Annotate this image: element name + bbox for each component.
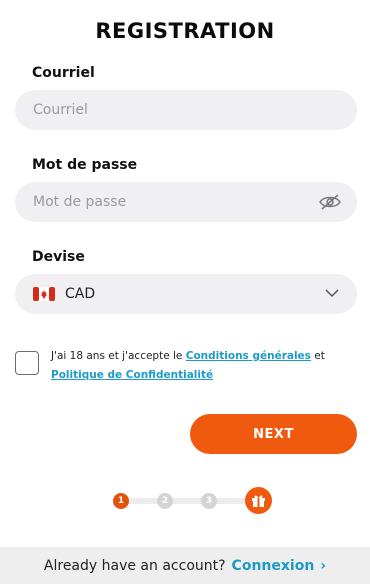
password-label: Mot de passe	[32, 157, 138, 173]
email-field-container	[15, 90, 357, 130]
currency-value: CAD	[65, 286, 96, 302]
password-field[interactable]	[15, 182, 357, 222]
email-label: Courriel	[32, 65, 95, 81]
chevron-down-icon	[325, 289, 339, 298]
footer-text: Already have an account?	[43, 557, 226, 574]
terms-text: J'ai 18 ans et j'accepte le Conditions g…	[51, 350, 325, 381]
privacy-link[interactable]: Politique de Confidentialité	[51, 369, 213, 381]
currency-label: Devise	[32, 249, 85, 265]
email-field[interactable]	[15, 90, 357, 130]
eye-slash-icon[interactable]	[319, 194, 341, 210]
conditions-link[interactable]: Conditions générales	[186, 350, 311, 362]
page-title: REGISTRATION	[95, 19, 275, 43]
gift-icon	[252, 495, 265, 507]
currency-select[interactable]: CAD	[15, 274, 357, 314]
step-2: 2	[157, 493, 173, 509]
password-field-container	[15, 182, 357, 222]
chevron-right-icon[interactable]: ›	[320, 558, 326, 574]
footer-bar: Already have an account? Connexion ›	[0, 547, 370, 584]
step-progress: 1 2 3	[110, 486, 275, 516]
step-1: 1	[113, 493, 129, 509]
login-link[interactable]: Connexion	[232, 558, 315, 574]
step-3: 3	[201, 493, 217, 509]
terms-checkbox[interactable]	[15, 351, 39, 375]
next-button[interactable]: NEXT	[190, 414, 357, 454]
step-track	[120, 498, 260, 504]
gift-step	[245, 487, 272, 514]
canada-flag-icon	[33, 287, 55, 301]
